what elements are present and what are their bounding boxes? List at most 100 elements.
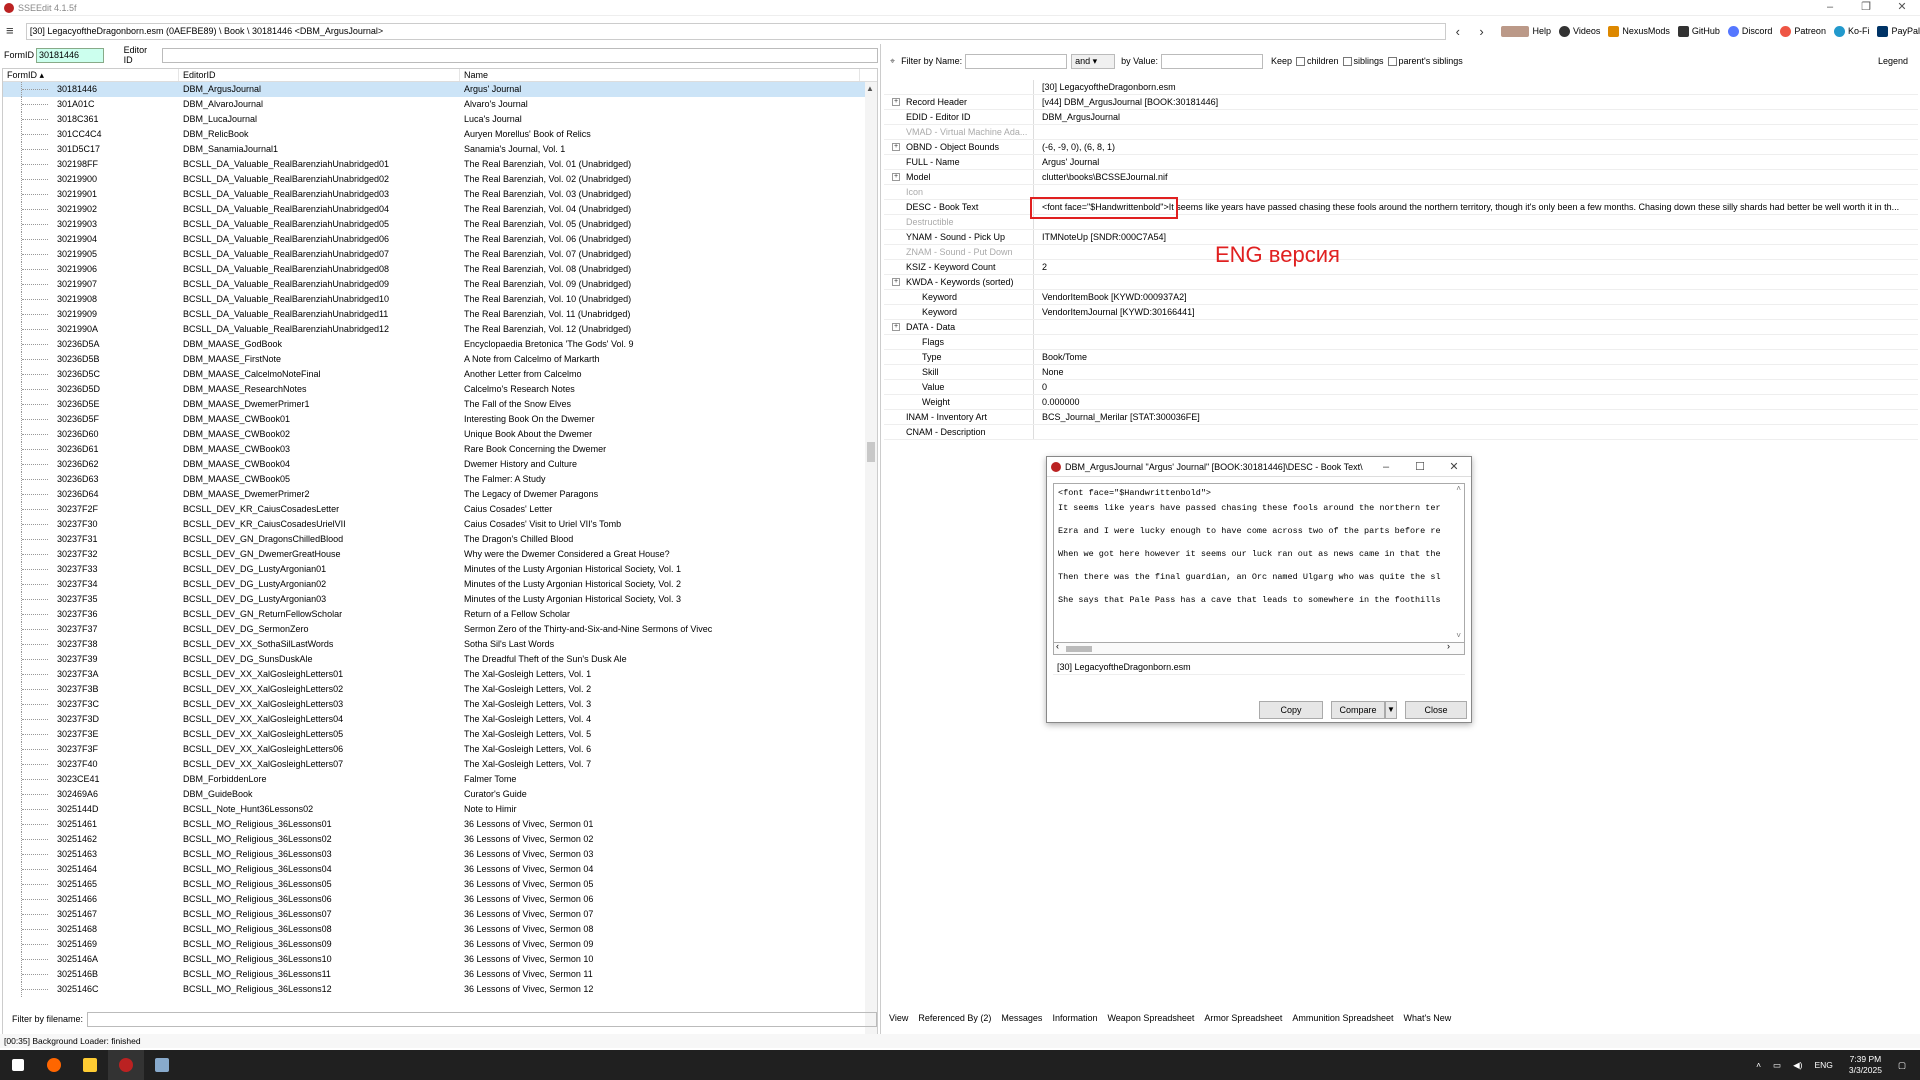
forward-arrow-icon[interactable]: ›: [1470, 24, 1494, 39]
tab-referenced-by[interactable]: Referenced By (2): [913, 1013, 996, 1023]
scroll-up-icon[interactable]: ▲: [866, 84, 874, 93]
table-row[interactable]: 3025144D BCSLL_Note_Hunt36Lessons02 Note t…: [3, 802, 877, 817]
table-row[interactable]: 30219901 BCSLL_DA_Valuable_RealBarenziahU…: [3, 187, 877, 202]
table-row[interactable]: 30237F39 BCSLL_DEV_DG_SunsDuskAle The Drea…: [3, 652, 877, 667]
record-field-row[interactable]: + Model clutter\books\BCSSEJournal.nif: [884, 170, 1918, 185]
record-field-row[interactable]: + Record Header [v44] DBM_ArgusJournal [BO…: [884, 95, 1918, 110]
column-header-name[interactable]: Name: [460, 69, 860, 81]
table-row[interactable]: 30237F33 BCSLL_DEV_DG_LustyArgonian01 Minu…: [3, 562, 877, 577]
kofi-link[interactable]: Ko-Fi: [1833, 25, 1869, 37]
copy-button[interactable]: Copy: [1259, 701, 1323, 719]
videos-link[interactable]: Videos: [1559, 25, 1600, 37]
record-field-row[interactable]: VMAD - Virtual Machine Ada...: [884, 125, 1918, 140]
table-row[interactable]: 30237F3D BCSLL_DEV_XX_XalGosleighLetters0…: [3, 712, 877, 727]
table-row[interactable]: 30251468 BCSLL_MO_Religious_36Lessons08 36…: [3, 922, 877, 937]
table-row[interactable]: 30237F34 BCSLL_DEV_DG_LustyArgonian02 Minu…: [3, 577, 877, 592]
table-row[interactable]: 30237F3F BCSLL_DEV_XX_XalGosleighLetters0…: [3, 742, 877, 757]
table-row[interactable]: 30251469 BCSLL_MO_Religious_36Lessons09 36…: [3, 937, 877, 952]
table-row[interactable]: 30237F36 BCSLL_DEV_GN_ReturnFellowScholar…: [3, 607, 877, 622]
table-row[interactable]: 30251461 BCSLL_MO_Religious_36Lessons01 36…: [3, 817, 877, 832]
table-row[interactable]: 30251462 BCSLL_MO_Religious_36Lessons02 36…: [3, 832, 877, 847]
back-arrow-icon[interactable]: ‹: [1446, 24, 1470, 39]
tab-armor-spreadsheet[interactable]: Armor Spreadsheet: [1199, 1013, 1287, 1023]
table-row[interactable]: 3021990A BCSLL_DA_Valuable_RealBarenziahU…: [3, 322, 877, 337]
clock[interactable]: 7:39 PM 3/3/2025: [1849, 1054, 1882, 1076]
table-row[interactable]: 30219907 BCSLL_DA_Valuable_RealBarenziahU…: [3, 277, 877, 292]
siblings-checkbox[interactable]: [1342, 56, 1352, 66]
table-row[interactable]: 30251463 BCSLL_MO_Religious_36Lessons03 36…: [3, 847, 877, 862]
text-horizontal-scrollbar[interactable]: ‹ ›: [1053, 641, 1465, 655]
book-text-area[interactable]: <font face="$Handwrittenbold"> It seems …: [1053, 483, 1465, 643]
record-field-row[interactable]: Keyword VendorItemBook [KYWD:000937A2]: [884, 290, 1918, 305]
github-link[interactable]: GitHub: [1677, 25, 1720, 37]
table-row[interactable]: 30236D61 DBM_MAASE_CWBook03 Rare Book Conc…: [3, 442, 877, 457]
compare-button[interactable]: Compare: [1331, 701, 1385, 719]
record-field-row[interactable]: EDID - Editor ID DBM_ArgusJournal: [884, 110, 1918, 125]
table-row[interactable]: 30236D5F DBM_MAASE_CWBook01 Interesting Bo…: [3, 412, 877, 427]
table-row[interactable]: 3023CE41 DBM_ForbiddenLore Falmer Tome: [3, 772, 877, 787]
table-row[interactable]: 30237F2F BCSLL_DEV_KR_CaiusCosadesLetter C…: [3, 502, 877, 517]
taskbar-sseedit[interactable]: [108, 1050, 144, 1080]
table-row[interactable]: 30236D60 DBM_MAASE_CWBook02 Unique Book Ab…: [3, 427, 877, 442]
tab-messages[interactable]: Messages: [996, 1013, 1047, 1023]
record-field-row[interactable]: Weight 0.000000: [884, 395, 1918, 410]
table-row[interactable]: 30251465 BCSLL_MO_Religious_36Lessons05 36…: [3, 877, 877, 892]
table-row[interactable]: 3025146C BCSLL_MO_Religious_36Lessons12 36…: [3, 982, 877, 997]
table-row[interactable]: 30237F3C BCSLL_DEV_XX_XalGosleighLetters0…: [3, 697, 877, 712]
legend-button[interactable]: Legend: [1878, 56, 1908, 66]
table-row[interactable]: 30236D5C DBM_MAASE_CalcelmoNoteFinal Anoth…: [3, 367, 877, 382]
language-indicator[interactable]: ENG: [1814, 1060, 1832, 1070]
table-row[interactable]: 302198FF BCSLL_DA_Valuable_RealBarenziahU…: [3, 157, 877, 172]
table-row[interactable]: 30237F3B BCSLL_DEV_XX_XalGosleighLetters0…: [3, 682, 877, 697]
nexusmods-link[interactable]: NexusMods: [1608, 25, 1670, 37]
table-row[interactable]: 30236D5E DBM_MAASE_DwemerPrimer1 The Fall …: [3, 397, 877, 412]
expand-icon[interactable]: +: [892, 98, 900, 106]
vertical-scrollbar[interactable]: ▲ ▼: [865, 82, 877, 1047]
record-path-field[interactable]: [30] LegacyoftheDragonborn.esm (0AEFBE89…: [25, 22, 1446, 40]
table-row[interactable]: 30236D62 DBM_MAASE_CWBook04 Dwemer History…: [3, 457, 877, 472]
table-row[interactable]: 30237F32 BCSLL_DEV_GN_DwemerGreatHouse Why…: [3, 547, 877, 562]
help-link[interactable]: Help: [1501, 25, 1551, 37]
expand-icon[interactable]: +: [892, 278, 900, 286]
text-scroll-up-icon[interactable]: ˄: [1456, 485, 1461, 494]
taskbar-firefox[interactable]: [36, 1050, 72, 1080]
start-button[interactable]: [0, 1050, 36, 1080]
table-row[interactable]: 301CC4C4 DBM_RelicBook Auryen Morellus' Bo…: [3, 127, 877, 142]
editorid-input[interactable]: [162, 47, 878, 63]
table-row[interactable]: 30236D5D DBM_MAASE_ResearchNotes Calcelmo'…: [3, 382, 877, 397]
tab-view[interactable]: View: [884, 1013, 913, 1023]
tab-weapon-spreadsheet[interactable]: Weapon Spreadsheet: [1102, 1013, 1199, 1023]
table-row[interactable]: 30219902 BCSLL_DA_Valuable_RealBarenziahU…: [3, 202, 877, 217]
record-field-row[interactable]: KSIZ - Keyword Count 2: [884, 260, 1918, 275]
formid-input[interactable]: 30181446: [36, 47, 104, 63]
table-row[interactable]: 30219909 BCSLL_DA_Valuable_RealBarenziahU…: [3, 307, 877, 322]
dialog-source-tab[interactable]: [30] LegacyoftheDragonborn.esm: [1053, 659, 1465, 675]
taskbar-app[interactable]: [144, 1050, 180, 1080]
patreon-link[interactable]: Patreon: [1780, 25, 1826, 37]
scroll-left-icon[interactable]: ‹: [1056, 641, 1059, 651]
table-row[interactable]: 30237F37 BCSLL_DEV_DG_SermonZero Sermon Ze…: [3, 622, 877, 637]
table-row[interactable]: 30251464 BCSLL_MO_Religious_36Lessons04 36…: [3, 862, 877, 877]
column-header-formid[interactable]: FormID ▴: [3, 69, 179, 81]
notifications-icon[interactable]: ▢: [1898, 1060, 1906, 1071]
table-row[interactable]: 30236D5B DBM_MAASE_FirstNote A Note from C…: [3, 352, 877, 367]
dialog-maximize-button[interactable]: ☐: [1403, 460, 1437, 473]
filter-name-input[interactable]: [965, 53, 1068, 69]
record-field-row[interactable]: FULL - Name Argus' Journal: [884, 155, 1918, 170]
table-row[interactable]: 30251466 BCSLL_MO_Religious_36Lessons06 36…: [3, 892, 877, 907]
table-row[interactable]: 30219908 BCSLL_DA_Valuable_RealBarenziahU…: [3, 292, 877, 307]
table-row[interactable]: 30181446 DBM_ArgusJournal Argus' Journal: [3, 82, 877, 97]
text-scroll-down-icon[interactable]: ˅: [1456, 632, 1461, 641]
expand-icon[interactable]: +: [892, 173, 900, 181]
record-field-row[interactable]: Skill None: [884, 365, 1918, 380]
tab-whats-new[interactable]: What's New: [1398, 1013, 1456, 1023]
children-checkbox[interactable]: [1295, 56, 1305, 66]
column-header-editorid[interactable]: EditorID: [179, 69, 460, 81]
table-row[interactable]: 30237F3A BCSLL_DEV_XX_XalGosleighLetters0…: [3, 667, 877, 682]
table-row[interactable]: 30251467 BCSLL_MO_Religious_36Lessons07 36…: [3, 907, 877, 922]
table-row[interactable]: 30219905 BCSLL_DA_Valuable_RealBarenziahU…: [3, 247, 877, 262]
table-row[interactable]: 30237F35 BCSLL_DEV_DG_LustyArgonian03 Minu…: [3, 592, 877, 607]
taskbar-explorer[interactable]: [72, 1050, 108, 1080]
table-row[interactable]: 30237F38 BCSLL_DEV_XX_SothaSilLastWords So…: [3, 637, 877, 652]
record-field-row[interactable]: + DATA - Data: [884, 320, 1918, 335]
